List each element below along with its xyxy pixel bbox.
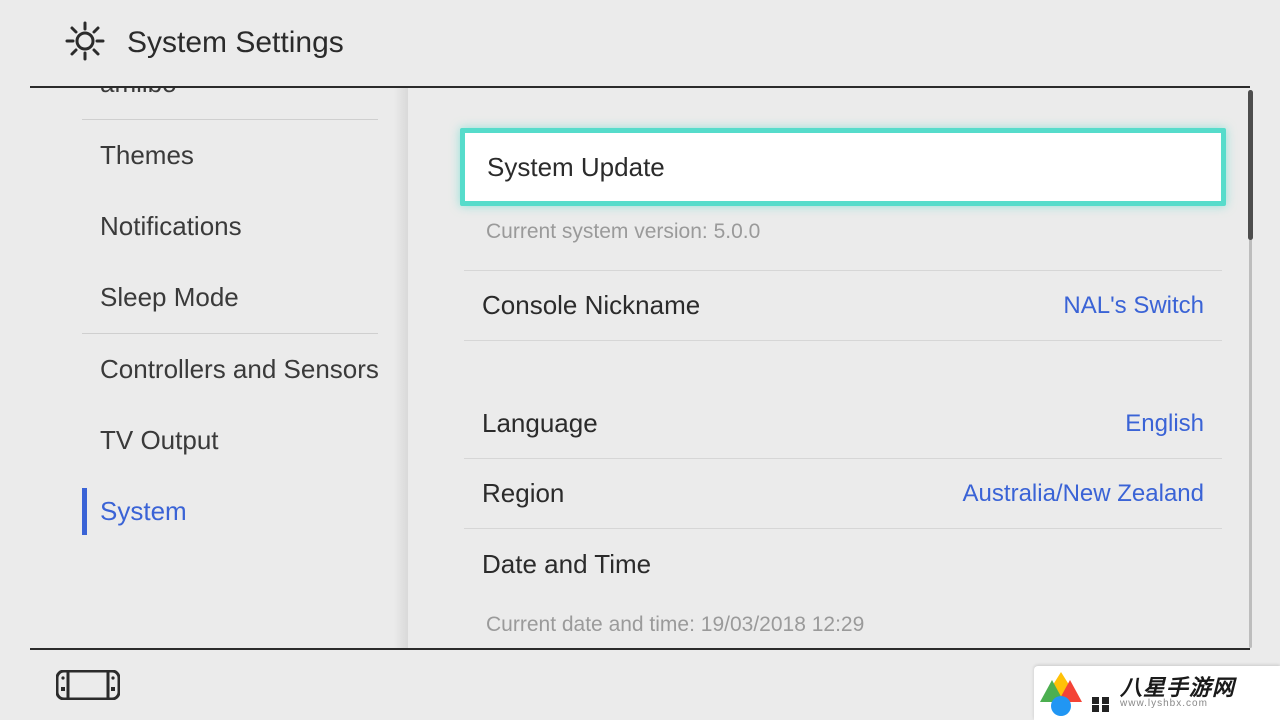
date-time-text: Current date and time: 19/03/2018 12:29 — [464, 599, 1222, 637]
sidebar-item-controllers-sensors[interactable]: Controllers and Sensors — [0, 334, 408, 405]
sidebar-item-system[interactable]: System — [0, 476, 408, 547]
content-panel: System Update Current system version: 5.… — [408, 88, 1280, 648]
content-scrollbar[interactable] — [1249, 90, 1252, 648]
row-date-time[interactable]: Date and Time — [464, 529, 1222, 599]
sidebar-item-label: TV Output — [100, 425, 219, 455]
sidebar-item-amiibo[interactable]: amiibo — [0, 88, 408, 119]
row-label: Language — [482, 408, 598, 439]
console-icon — [56, 670, 120, 700]
sidebar-item-tv-output[interactable]: TV Output — [0, 405, 408, 476]
row-console-nickname[interactable]: Console Nickname NAL's Switch — [464, 271, 1222, 341]
sidebar-shadow — [394, 88, 408, 648]
row-label: Console Nickname — [482, 290, 700, 321]
watermark-text: 八星手游网 www.lyshbx.com — [1120, 676, 1280, 710]
system-version-text: Current system version: 5.0.0 — [464, 206, 1222, 271]
row-label: System Update — [487, 152, 665, 183]
sidebar-item-label: Sleep Mode — [100, 282, 239, 312]
watermark-title: 八星手游网 — [1120, 676, 1280, 699]
watermark-url: www.lyshbx.com — [1120, 699, 1280, 710]
row-language[interactable]: Language English — [464, 389, 1222, 459]
sidebar-item-notifications[interactable]: Notifications — [0, 191, 408, 262]
sidebar-item-label: System — [100, 496, 187, 526]
sidebar-item-label: Notifications — [100, 211, 242, 241]
header: System Settings — [0, 0, 1280, 86]
watermark-squares-icon — [1092, 697, 1110, 720]
watermark: 八星手游网 www.lyshbx.com — [1034, 666, 1280, 720]
row-label: Date and Time — [482, 549, 651, 580]
row-system-update[interactable]: System Update — [460, 128, 1226, 206]
settings-gear-icon — [65, 21, 105, 66]
row-region[interactable]: Region Australia/New Zealand — [464, 459, 1222, 529]
row-value: Australia/New Zealand — [963, 480, 1204, 508]
sidebar-item-themes[interactable]: Themes — [0, 120, 408, 191]
watermark-logo-icon — [1034, 666, 1088, 720]
scrollbar-thumb[interactable] — [1248, 90, 1253, 240]
footer-left — [30, 670, 120, 700]
content-spacer — [464, 341, 1222, 389]
row-label: Region — [482, 478, 564, 509]
sidebar-item-sleep-mode[interactable]: Sleep Mode — [0, 262, 408, 333]
sidebar-item-label: amiibo — [100, 88, 177, 98]
sidebar-item-label: Themes — [100, 140, 194, 170]
row-value: English — [1125, 410, 1204, 438]
body: amiibo Themes Notifications Sleep Mode C… — [0, 88, 1280, 648]
row-value: NAL's Switch — [1063, 292, 1204, 320]
page-title: System Settings — [127, 26, 344, 60]
sidebar-item-label: Controllers and Sensors — [100, 354, 379, 384]
sidebar: amiibo Themes Notifications Sleep Mode C… — [0, 88, 408, 648]
